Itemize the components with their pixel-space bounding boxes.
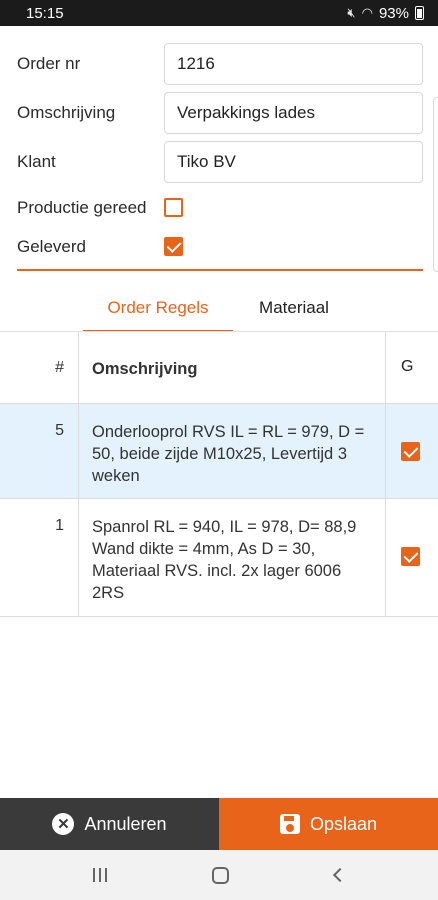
action-bar: ✕ Annuleren Opslaan	[0, 798, 438, 850]
order-nr-field[interactable]: 1216	[164, 43, 423, 85]
klant-field[interactable]: Tiko BV	[164, 141, 423, 183]
table-row[interactable]: 5 Onderlooprol RVS IL = RL = 979, D = 50…	[0, 404, 438, 499]
row-num: 5	[55, 422, 64, 439]
header-omschrijving: Omschrijving	[78, 332, 386, 403]
save-icon	[279, 814, 300, 834]
save-label: Opslaan	[309, 813, 378, 834]
header-num: #	[55, 359, 64, 376]
tab-materiaal[interactable]: Materiaal	[233, 284, 355, 332]
save-button[interactable]: Opslaan	[219, 798, 438, 850]
status-time: 15:15	[26, 4, 64, 22]
row-g-cell	[386, 499, 438, 616]
geleverd-label: Geleverd	[17, 237, 86, 256]
recents-icon[interactable]	[92, 868, 107, 882]
order-nr-label: Order nr	[17, 54, 81, 73]
geleverd-row: Geleverd	[17, 235, 164, 259]
omschrijving-label: Omschrijving	[17, 103, 116, 122]
order-form: Order nr 1216 Omschrijving Verpakkings l…	[0, 26, 438, 284]
close-icon: ✕	[52, 813, 75, 835]
row-num: 1	[55, 517, 64, 534]
header-g: G	[401, 358, 414, 375]
cancel-label: Annuleren	[84, 813, 167, 834]
table-header: # Omschrijving G	[0, 332, 438, 404]
status-bar: 15:15 🔇︎ ◠ 93%	[0, 0, 438, 26]
productie-gereed-row: Productie gereed	[17, 196, 164, 220]
tab-bar: Order Regels Materiaal	[0, 284, 438, 332]
row-description: Onderlooprol RVS IL = RL = 979, D = 50, …	[78, 404, 386, 498]
row-g-checkbox[interactable]	[401, 547, 420, 566]
productie-gereed-checkbox[interactable]	[164, 198, 183, 217]
status-icons: 🔇︎ ◠ 93%	[347, 5, 424, 22]
system-nav-bar	[0, 850, 438, 900]
omschrijving-row: Omschrijving	[17, 92, 164, 134]
row-description: Spanrol RL = 940, IL = 978, D= 88,9 Wand…	[78, 499, 386, 616]
wifi-icon: ◠	[361, 5, 373, 20]
mute-icon: 🔇︎	[347, 5, 356, 20]
cancel-button[interactable]: ✕ Annuleren	[0, 798, 219, 850]
order-nr-row: Order nr	[17, 43, 164, 85]
battery-icon	[415, 6, 424, 20]
back-icon[interactable]	[333, 867, 348, 883]
klant-label: Klant	[17, 152, 56, 171]
form-underline	[17, 269, 423, 271]
order-lines-table: # Omschrijving G 5 Onderlooprol RVS IL =…	[0, 332, 438, 617]
klant-row: Klant	[17, 141, 164, 183]
row-g-cell	[386, 404, 438, 498]
battery-percent: 93%	[378, 4, 409, 22]
tab-order-regels[interactable]: Order Regels	[83, 284, 233, 332]
productie-gereed-label: Productie gereed	[17, 198, 147, 217]
geleverd-checkbox[interactable]	[164, 237, 183, 256]
home-icon[interactable]	[212, 866, 230, 884]
row-g-checkbox[interactable]	[401, 442, 420, 461]
side-panel-edge	[433, 97, 438, 272]
table-row[interactable]: 1 Spanrol RL = 940, IL = 978, D= 88,9 Wa…	[0, 499, 438, 617]
omschrijving-field[interactable]: Verpakkings lades	[164, 92, 423, 134]
